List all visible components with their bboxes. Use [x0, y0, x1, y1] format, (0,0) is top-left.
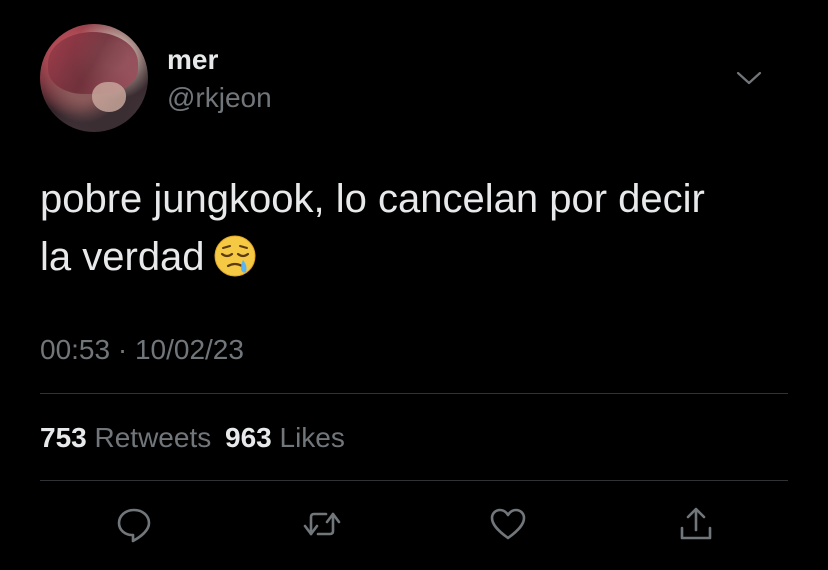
- retweet-button[interactable]: [302, 504, 342, 544]
- sleepy-face-icon: [213, 234, 257, 278]
- tweet-text-line-1: pobre jungkook, lo cancelan por decir: [40, 177, 705, 221]
- avatar-hair: [48, 32, 138, 94]
- retweets-count[interactable]: 753: [40, 422, 87, 453]
- share-button[interactable]: [676, 504, 716, 544]
- engagement-stats: 753 Retweets 963 Likes: [40, 422, 345, 454]
- avatar[interactable]: [40, 24, 148, 132]
- tweet-timestamp[interactable]: 00:53 · 10/02/23: [40, 334, 244, 366]
- avatar-face: [92, 82, 126, 112]
- share-icon: [680, 507, 712, 540]
- reply-button[interactable]: [114, 504, 154, 544]
- likes-count[interactable]: 963: [225, 422, 272, 453]
- reply-icon: [117, 508, 151, 543]
- likes-label[interactable]: Likes: [280, 422, 345, 453]
- retweets-label[interactable]: Retweets: [95, 422, 212, 453]
- more-options-chevron-down-icon[interactable]: [736, 68, 762, 88]
- retweet-icon: [303, 512, 341, 536]
- like-button[interactable]: [488, 504, 528, 544]
- heart-icon: [490, 508, 526, 540]
- tweet-text: pobre jungkook, lo cancelan por decir la…: [40, 170, 800, 286]
- display-name[interactable]: mer: [167, 44, 218, 76]
- action-bar: [0, 500, 828, 550]
- tweet-text-line-2: la verdad: [40, 228, 800, 286]
- divider: [40, 480, 788, 481]
- user-handle[interactable]: @rkjeon: [167, 82, 272, 114]
- tweet-text-line-2-text: la verdad: [40, 235, 205, 279]
- divider: [40, 393, 788, 394]
